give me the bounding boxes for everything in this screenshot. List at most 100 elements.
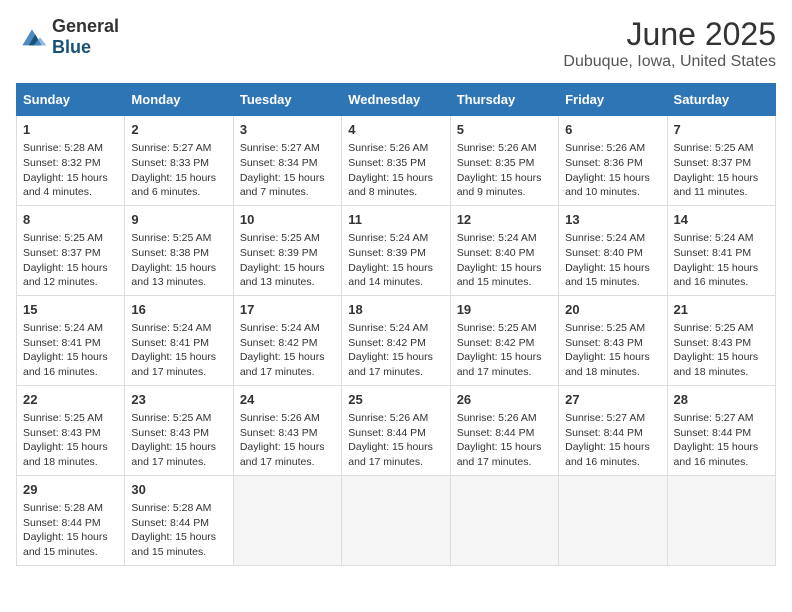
day-info: Sunrise: 5:25 AM Sunset: 8:43 PM Dayligh… <box>23 411 118 470</box>
logo: General Blue <box>16 16 119 58</box>
day-number: 6 <box>565 121 660 139</box>
title-area: June 2025 Dubuque, Iowa, United States <box>563 16 776 71</box>
calendar-day-cell: 27 Sunrise: 5:27 AM Sunset: 8:44 PM Dayl… <box>559 385 667 475</box>
calendar-day-cell <box>450 475 558 565</box>
calendar-day-cell: 22 Sunrise: 5:25 AM Sunset: 8:43 PM Dayl… <box>17 385 125 475</box>
day-number: 24 <box>240 391 335 409</box>
calendar-day-cell: 10 Sunrise: 5:25 AM Sunset: 8:39 PM Dayl… <box>233 205 341 295</box>
calendar-day-cell <box>342 475 450 565</box>
calendar-day-cell: 17 Sunrise: 5:24 AM Sunset: 8:42 PM Dayl… <box>233 295 341 385</box>
calendar-day-cell: 30 Sunrise: 5:28 AM Sunset: 8:44 PM Dayl… <box>125 475 233 565</box>
day-number: 1 <box>23 121 118 139</box>
day-info: Sunrise: 5:24 AM Sunset: 8:41 PM Dayligh… <box>131 321 226 380</box>
day-info: Sunrise: 5:24 AM Sunset: 8:40 PM Dayligh… <box>457 231 552 290</box>
logo-icon <box>16 23 48 51</box>
calendar-day-cell: 16 Sunrise: 5:24 AM Sunset: 8:41 PM Dayl… <box>125 295 233 385</box>
calendar-header-row: SundayMondayTuesdayWednesdayThursdayFrid… <box>17 84 776 116</box>
day-info: Sunrise: 5:24 AM Sunset: 8:41 PM Dayligh… <box>23 321 118 380</box>
day-info: Sunrise: 5:24 AM Sunset: 8:40 PM Dayligh… <box>565 231 660 290</box>
calendar-day-cell: 28 Sunrise: 5:27 AM Sunset: 8:44 PM Dayl… <box>667 385 775 475</box>
page-header: General Blue June 2025 Dubuque, Iowa, Un… <box>16 16 776 71</box>
day-info: Sunrise: 5:24 AM Sunset: 8:42 PM Dayligh… <box>240 321 335 380</box>
weekday-header: Tuesday <box>233 84 341 116</box>
day-number: 27 <box>565 391 660 409</box>
day-number: 5 <box>457 121 552 139</box>
calendar-day-cell: 29 Sunrise: 5:28 AM Sunset: 8:44 PM Dayl… <box>17 475 125 565</box>
calendar-day-cell: 21 Sunrise: 5:25 AM Sunset: 8:43 PM Dayl… <box>667 295 775 385</box>
calendar-day-cell: 24 Sunrise: 5:26 AM Sunset: 8:43 PM Dayl… <box>233 385 341 475</box>
weekday-header: Wednesday <box>342 84 450 116</box>
calendar-week-row: 22 Sunrise: 5:25 AM Sunset: 8:43 PM Dayl… <box>17 385 776 475</box>
weekday-header: Friday <box>559 84 667 116</box>
day-info: Sunrise: 5:26 AM Sunset: 8:36 PM Dayligh… <box>565 141 660 200</box>
calendar-day-cell: 2 Sunrise: 5:27 AM Sunset: 8:33 PM Dayli… <box>125 116 233 206</box>
day-number: 20 <box>565 301 660 319</box>
calendar-day-cell <box>559 475 667 565</box>
day-number: 23 <box>131 391 226 409</box>
day-info: Sunrise: 5:27 AM Sunset: 8:44 PM Dayligh… <box>565 411 660 470</box>
day-info: Sunrise: 5:26 AM Sunset: 8:35 PM Dayligh… <box>348 141 443 200</box>
day-number: 2 <box>131 121 226 139</box>
day-number: 18 <box>348 301 443 319</box>
day-number: 30 <box>131 481 226 499</box>
logo-text: General Blue <box>52 16 119 58</box>
calendar-day-cell: 1 Sunrise: 5:28 AM Sunset: 8:32 PM Dayli… <box>17 116 125 206</box>
calendar-day-cell: 4 Sunrise: 5:26 AM Sunset: 8:35 PM Dayli… <box>342 116 450 206</box>
month-title: June 2025 <box>563 16 776 53</box>
day-number: 21 <box>674 301 769 319</box>
logo-general: General <box>52 16 119 36</box>
day-info: Sunrise: 5:26 AM Sunset: 8:35 PM Dayligh… <box>457 141 552 200</box>
day-info: Sunrise: 5:28 AM Sunset: 8:32 PM Dayligh… <box>23 141 118 200</box>
day-number: 9 <box>131 211 226 229</box>
day-number: 25 <box>348 391 443 409</box>
day-number: 14 <box>674 211 769 229</box>
calendar-day-cell: 15 Sunrise: 5:24 AM Sunset: 8:41 PM Dayl… <box>17 295 125 385</box>
day-info: Sunrise: 5:25 AM Sunset: 8:43 PM Dayligh… <box>674 321 769 380</box>
calendar-day-cell: 12 Sunrise: 5:24 AM Sunset: 8:40 PM Dayl… <box>450 205 558 295</box>
calendar-day-cell: 9 Sunrise: 5:25 AM Sunset: 8:38 PM Dayli… <box>125 205 233 295</box>
calendar-day-cell: 19 Sunrise: 5:25 AM Sunset: 8:42 PM Dayl… <box>450 295 558 385</box>
calendar-day-cell: 25 Sunrise: 5:26 AM Sunset: 8:44 PM Dayl… <box>342 385 450 475</box>
day-number: 29 <box>23 481 118 499</box>
calendar-day-cell: 20 Sunrise: 5:25 AM Sunset: 8:43 PM Dayl… <box>559 295 667 385</box>
calendar-day-cell: 7 Sunrise: 5:25 AM Sunset: 8:37 PM Dayli… <box>667 116 775 206</box>
weekday-header: Saturday <box>667 84 775 116</box>
day-number: 4 <box>348 121 443 139</box>
day-number: 3 <box>240 121 335 139</box>
day-info: Sunrise: 5:27 AM Sunset: 8:44 PM Dayligh… <box>674 411 769 470</box>
calendar-day-cell: 3 Sunrise: 5:27 AM Sunset: 8:34 PM Dayli… <box>233 116 341 206</box>
day-info: Sunrise: 5:24 AM Sunset: 8:42 PM Dayligh… <box>348 321 443 380</box>
day-number: 15 <box>23 301 118 319</box>
day-info: Sunrise: 5:28 AM Sunset: 8:44 PM Dayligh… <box>131 501 226 560</box>
day-info: Sunrise: 5:25 AM Sunset: 8:37 PM Dayligh… <box>674 141 769 200</box>
calendar-day-cell: 23 Sunrise: 5:25 AM Sunset: 8:43 PM Dayl… <box>125 385 233 475</box>
day-number: 13 <box>565 211 660 229</box>
day-number: 12 <box>457 211 552 229</box>
day-info: Sunrise: 5:26 AM Sunset: 8:44 PM Dayligh… <box>457 411 552 470</box>
day-info: Sunrise: 5:26 AM Sunset: 8:43 PM Dayligh… <box>240 411 335 470</box>
day-info: Sunrise: 5:28 AM Sunset: 8:44 PM Dayligh… <box>23 501 118 560</box>
weekday-header: Sunday <box>17 84 125 116</box>
day-number: 8 <box>23 211 118 229</box>
day-number: 28 <box>674 391 769 409</box>
calendar-day-cell: 5 Sunrise: 5:26 AM Sunset: 8:35 PM Dayli… <box>450 116 558 206</box>
day-info: Sunrise: 5:27 AM Sunset: 8:34 PM Dayligh… <box>240 141 335 200</box>
day-info: Sunrise: 5:27 AM Sunset: 8:33 PM Dayligh… <box>131 141 226 200</box>
weekday-header: Thursday <box>450 84 558 116</box>
calendar-day-cell: 26 Sunrise: 5:26 AM Sunset: 8:44 PM Dayl… <box>450 385 558 475</box>
calendar-day-cell: 14 Sunrise: 5:24 AM Sunset: 8:41 PM Dayl… <box>667 205 775 295</box>
day-info: Sunrise: 5:25 AM Sunset: 8:38 PM Dayligh… <box>131 231 226 290</box>
calendar-day-cell: 13 Sunrise: 5:24 AM Sunset: 8:40 PM Dayl… <box>559 205 667 295</box>
day-info: Sunrise: 5:24 AM Sunset: 8:39 PM Dayligh… <box>348 231 443 290</box>
day-number: 10 <box>240 211 335 229</box>
calendar-day-cell: 18 Sunrise: 5:24 AM Sunset: 8:42 PM Dayl… <box>342 295 450 385</box>
day-number: 26 <box>457 391 552 409</box>
location-title: Dubuque, Iowa, United States <box>563 53 776 71</box>
calendar-day-cell: 6 Sunrise: 5:26 AM Sunset: 8:36 PM Dayli… <box>559 116 667 206</box>
day-info: Sunrise: 5:26 AM Sunset: 8:44 PM Dayligh… <box>348 411 443 470</box>
day-number: 17 <box>240 301 335 319</box>
day-info: Sunrise: 5:25 AM Sunset: 8:43 PM Dayligh… <box>131 411 226 470</box>
day-info: Sunrise: 5:25 AM Sunset: 8:39 PM Dayligh… <box>240 231 335 290</box>
calendar-week-row: 29 Sunrise: 5:28 AM Sunset: 8:44 PM Dayl… <box>17 475 776 565</box>
calendar-table: SundayMondayTuesdayWednesdayThursdayFrid… <box>16 83 776 566</box>
